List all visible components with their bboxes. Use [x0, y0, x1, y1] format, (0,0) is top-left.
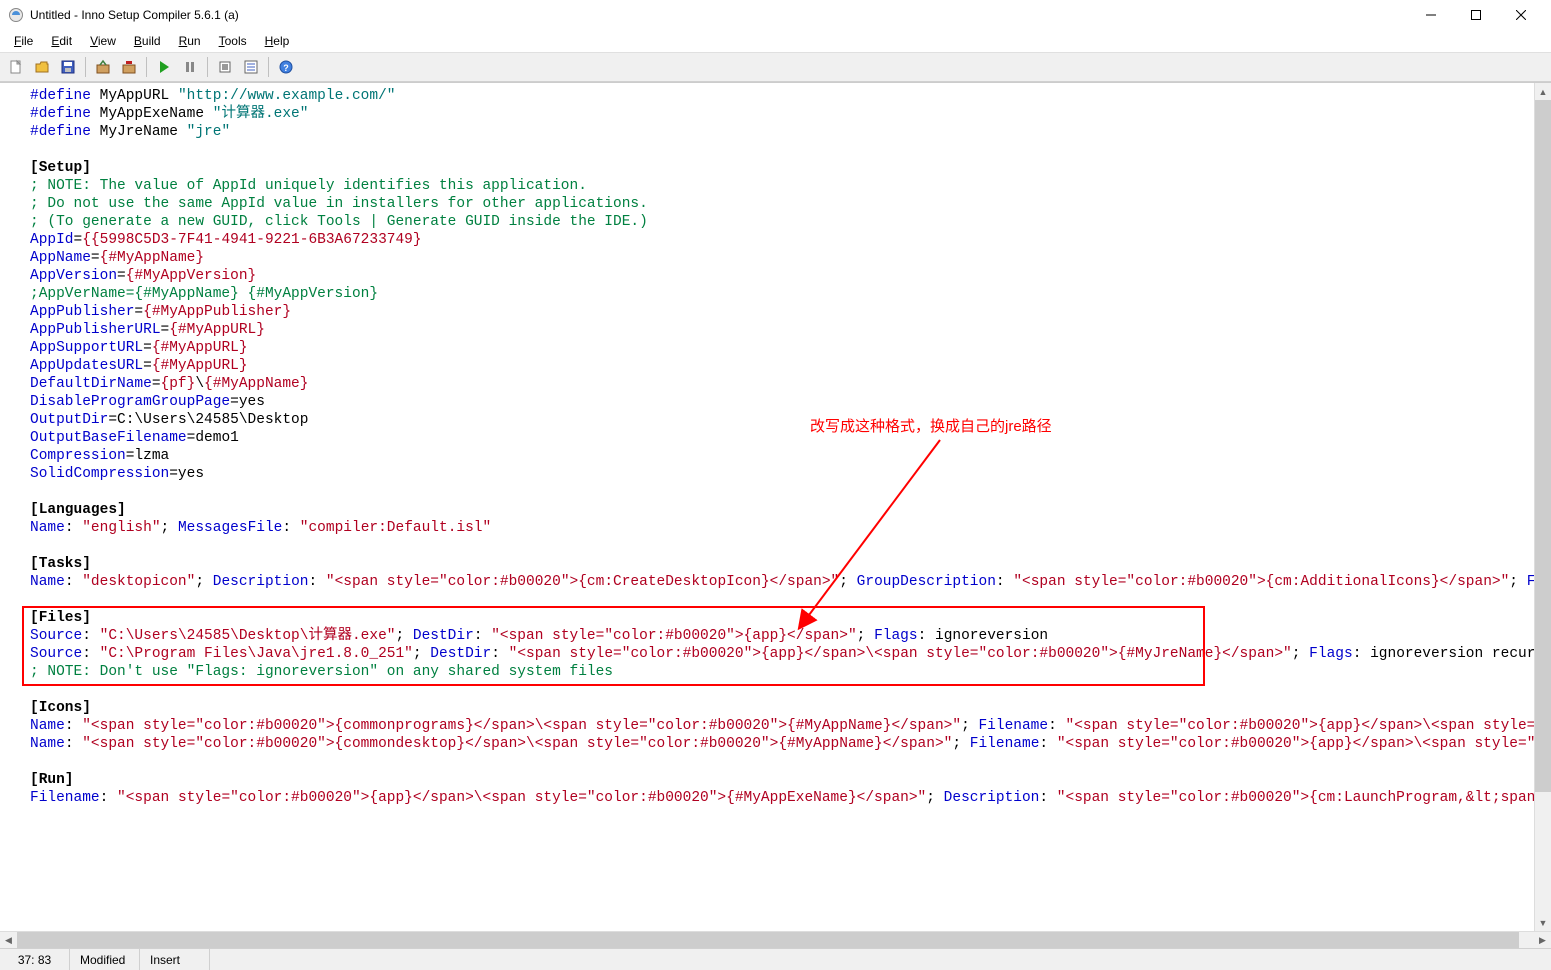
window-title: Untitled - Inno Setup Compiler 5.6.1 (a) — [30, 8, 1408, 22]
minimize-button[interactable] — [1408, 0, 1453, 30]
menu-run[interactable]: Run — [171, 32, 209, 50]
modified-indicator: Modified — [70, 949, 140, 970]
horizontal-scrollbar[interactable]: ◀ ▶ — [0, 931, 1551, 948]
insert-mode: Insert — [140, 949, 210, 970]
menu-tools[interactable]: Tools — [211, 32, 255, 50]
open-button[interactable] — [30, 55, 54, 79]
compile-button[interactable] — [91, 55, 115, 79]
help-button[interactable]: ? — [274, 55, 298, 79]
window-controls — [1408, 0, 1543, 30]
menu-file[interactable]: File — [6, 32, 41, 50]
toolbar-separator — [207, 57, 208, 77]
code-editor[interactable]: #define MyAppURL "http://www.example.com… — [0, 83, 1551, 931]
menubar: File Edit View Build Run Tools Help — [0, 30, 1551, 52]
scroll-right-icon[interactable]: ▶ — [1534, 932, 1551, 949]
cursor-position: 37: 83 — [0, 949, 70, 970]
vertical-scrollbar[interactable]: ▲ ▼ — [1534, 83, 1551, 931]
toolbar-separator — [268, 57, 269, 77]
scroll-left-icon[interactable]: ◀ — [0, 932, 17, 949]
toolbar: ? — [0, 52, 1551, 82]
save-button[interactable] — [56, 55, 80, 79]
svg-text:?: ? — [283, 63, 289, 73]
run-button[interactable] — [152, 55, 176, 79]
menu-edit[interactable]: Edit — [43, 32, 80, 50]
toolbar-separator — [85, 57, 86, 77]
scroll-up-icon[interactable]: ▲ — [1535, 83, 1551, 100]
close-button[interactable] — [1498, 0, 1543, 30]
toolbar-separator — [146, 57, 147, 77]
pause-button[interactable] — [178, 55, 202, 79]
titlebar: Untitled - Inno Setup Compiler 5.6.1 (a) — [0, 0, 1551, 30]
menu-view[interactable]: View — [82, 32, 124, 50]
app-icon — [8, 7, 24, 23]
menu-help[interactable]: Help — [257, 32, 298, 50]
target-button[interactable] — [213, 55, 237, 79]
options-button[interactable] — [239, 55, 263, 79]
stop-compile-button[interactable] — [117, 55, 141, 79]
maximize-button[interactable] — [1453, 0, 1498, 30]
statusbar: 37: 83 Modified Insert — [0, 948, 1551, 970]
editor-area: #define MyAppURL "http://www.example.com… — [0, 82, 1551, 948]
scroll-down-icon[interactable]: ▼ — [1535, 914, 1551, 931]
menu-build[interactable]: Build — [126, 32, 169, 50]
new-button[interactable] — [4, 55, 28, 79]
